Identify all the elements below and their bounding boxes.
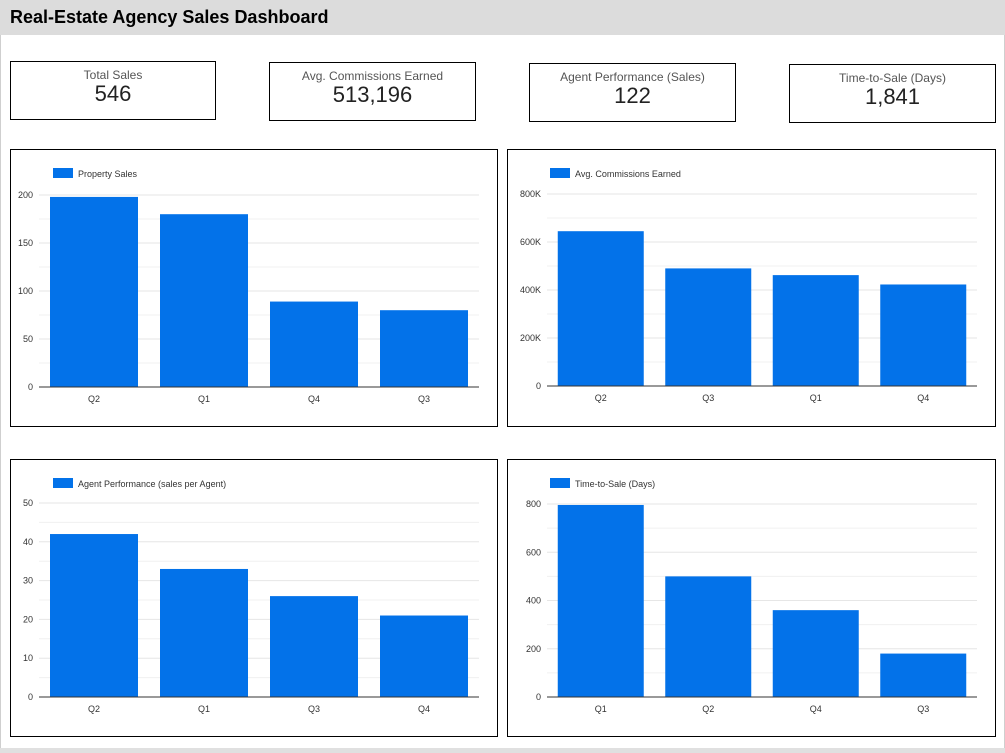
y-tick-label: 50 <box>23 498 33 508</box>
x-tick-label: Q2 <box>88 394 100 404</box>
legend-swatch <box>53 168 73 178</box>
x-tick-label: Q1 <box>595 704 607 714</box>
legend-swatch <box>53 478 73 488</box>
legend-label: Avg. Commissions Earned <box>575 169 681 179</box>
y-tick-label: 200 <box>18 190 33 200</box>
kpi-value: 513,196 <box>332 82 413 107</box>
x-tick-label: Q4 <box>917 393 929 403</box>
legend-swatch <box>550 168 570 178</box>
bar <box>880 653 967 697</box>
kpi-label: Time-to-Sale (Days) <box>839 71 946 85</box>
chart-panel-avg-commissions: Avg. Commissions Earned 0 200K 400K 600K 800K… <box>507 149 996 427</box>
dashboard-title: Real-Estate Agency Sales Dashboard <box>10 7 329 27</box>
kpi-label: Avg. Commissions Earned <box>301 69 444 83</box>
x-tick-label: Q1 <box>198 394 210 404</box>
y-tick-label: 10 <box>23 653 33 663</box>
legend-label: Time-to-Sale (Days) <box>575 479 655 489</box>
kpi-avg-commissions: Avg. Commissions Earned 513,196 <box>269 62 476 121</box>
bottom-divider <box>0 748 1005 753</box>
kpi-label: Agent Performance (Sales) <box>560 70 705 84</box>
bar <box>50 534 138 697</box>
x-tick-label: Q4 <box>308 394 320 404</box>
kpi-value: 122 <box>614 83 651 108</box>
kpi-agent-performance: Agent Performance (Sales) 122 <box>529 63 736 122</box>
x-tick-label: Q1 <box>198 704 210 714</box>
y-tick-label: 400 <box>526 596 541 606</box>
bar <box>270 301 358 387</box>
bar <box>665 576 752 697</box>
y-tick-label: 0 <box>28 692 33 702</box>
y-tick-label: 200K <box>520 333 541 343</box>
y-tick-label: 600 <box>526 547 541 557</box>
chart-svg: Time-to-Sale (Days) 0 200 400 600 800 Q1 Q2 Q4 Q3 <box>526 478 977 714</box>
x-tick-label: Q2 <box>595 393 607 403</box>
y-tick-label: 800K <box>520 189 541 199</box>
legend-label: Property Sales <box>78 169 138 179</box>
x-tick-label: Q2 <box>88 704 100 714</box>
x-tick-label: Q3 <box>418 394 430 404</box>
bar <box>880 284 967 386</box>
bar <box>270 596 358 697</box>
x-tick-label: Q2 <box>702 704 714 714</box>
bar <box>160 214 248 387</box>
y-tick-label: 40 <box>23 537 33 547</box>
kpi-total-sales: Total Sales 546 <box>10 61 216 120</box>
y-tick-label: 50 <box>23 334 33 344</box>
y-tick-label: 0 <box>536 381 541 391</box>
kpi-label: Total Sales <box>83 68 143 82</box>
chart-panel-agent-performance: Agent Performance (sales per Agent) 0 10 20… <box>10 459 498 737</box>
bar <box>160 568 248 697</box>
legend-swatch <box>550 478 570 488</box>
x-tick-label: Q3 <box>917 704 929 714</box>
x-tick-label: Q4 <box>418 704 430 714</box>
y-tick-label: 200 <box>526 644 541 654</box>
legend-label: Agent Performance (sales per Agent) <box>78 479 226 489</box>
y-tick-label: 100 <box>18 286 33 296</box>
chart-svg: Property Sales 0 50 100 150 200 Q2 Q1 Q4 Q3 <box>18 168 479 404</box>
bar <box>557 231 644 386</box>
bar <box>665 268 752 386</box>
y-tick-label: 0 <box>536 692 541 702</box>
chart-panel-time-to-sale: Time-to-Sale (Days) 0 200 400 600 800 Q1 Q2 Q4 Q3 <box>507 459 996 737</box>
bar <box>557 504 644 697</box>
y-tick-label: 800 <box>526 499 541 509</box>
y-tick-label: 600K <box>520 237 541 247</box>
chart-svg: Agent Performance (sales per Agent) 0 10 20… <box>23 478 479 714</box>
chart-panel-property-sales: Property Sales 0 50 100 150 200 Q2 Q1 Q4 Q3 <box>10 149 498 427</box>
kpi-value: 1,841 <box>864 84 921 109</box>
bar <box>380 310 468 387</box>
dashboard-header: Real-Estate Agency Sales Dashboard <box>0 0 1005 35</box>
y-tick-label: 400K <box>520 285 541 295</box>
bar <box>380 615 468 697</box>
bar <box>772 275 859 386</box>
bar <box>50 196 138 387</box>
y-tick-label: 20 <box>23 614 33 624</box>
y-tick-label: 0 <box>28 382 33 392</box>
chart-svg: Avg. Commissions Earned 0 200K 400K 600K 800K… <box>520 168 977 403</box>
y-tick-label: 30 <box>23 576 33 586</box>
kpi-value: 546 <box>94 81 132 106</box>
bar <box>772 610 859 697</box>
x-tick-label: Q3 <box>308 704 320 714</box>
x-tick-label: Q4 <box>810 704 822 714</box>
x-tick-label: Q1 <box>810 393 822 403</box>
y-tick-label: 150 <box>18 238 33 248</box>
kpi-time-to-sale: Time-to-Sale (Days) 1,841 <box>789 64 996 123</box>
x-tick-label: Q3 <box>702 393 714 403</box>
